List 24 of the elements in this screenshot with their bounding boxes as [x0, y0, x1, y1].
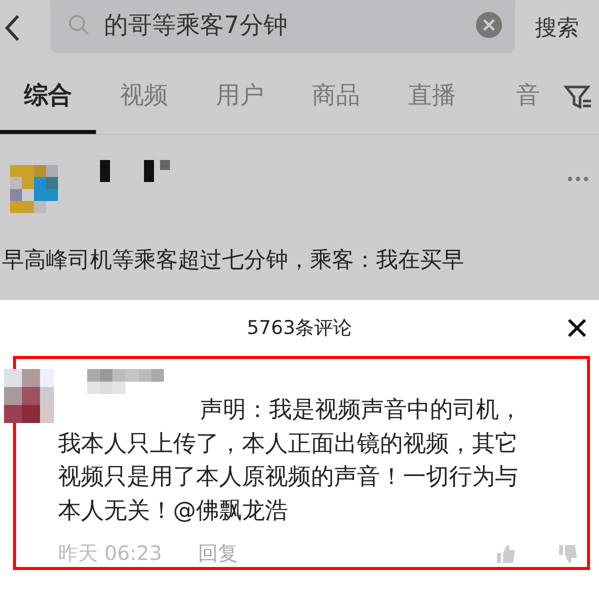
thumbs-down-icon[interactable] — [557, 542, 579, 564]
close-button[interactable] — [565, 316, 589, 340]
tab[interactable]: 音 — [480, 56, 576, 134]
more-icon[interactable] — [567, 176, 589, 182]
tab[interactable]: 用户 — [192, 56, 288, 134]
search-field[interactable]: 的哥等乘客7分钟 — [50, 0, 515, 53]
sheet-title: 5763条评论 — [246, 316, 352, 341]
tab[interactable]: 综合 — [0, 56, 96, 134]
reply-button[interactable]: 回复 — [198, 540, 238, 567]
thumbs-up-icon[interactable] — [495, 542, 517, 564]
tab[interactable]: 直播 — [384, 56, 480, 134]
search-button[interactable]: 搜索 — [515, 8, 599, 48]
clear-icon[interactable] — [475, 11, 503, 39]
comment-text: 声明：我是视频声音中的司机，我本人只上传了，本人正面出镜的视频，其它视频只是用了本人原视频的声音！一切行为与本人无关！@佛飘龙浩 — [58, 396, 523, 526]
close-icon — [565, 316, 589, 340]
back-icon — [4, 14, 20, 42]
tab[interactable]: 商品 — [288, 56, 384, 134]
search-icon — [68, 14, 90, 36]
pixelated-avatar-drawing — [4, 369, 54, 423]
tab[interactable]: 视频 — [96, 56, 192, 134]
comment-time: 昨天 06:23 — [58, 540, 162, 567]
post-caption: 早高峰司机等乘客超过七分钟，乘客：我在买早 — [1, 247, 465, 275]
search-text: 的哥等乘客7分钟 — [104, 10, 288, 41]
pixelated-name-drawing — [100, 160, 170, 182]
